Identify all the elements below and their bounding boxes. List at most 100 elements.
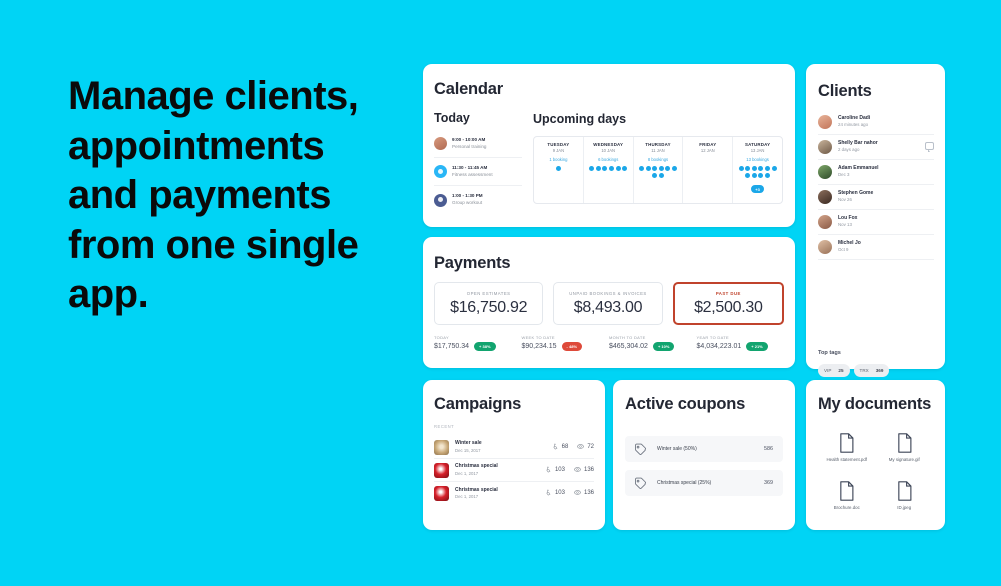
booking-dot bbox=[771, 166, 777, 171]
more-bookings-badge[interactable]: +3 bbox=[751, 185, 764, 194]
booking-dot bbox=[652, 172, 658, 178]
stat-value: $4,034,223.01 bbox=[696, 343, 742, 350]
calendar-card: Calendar Today 9:00 - 10:00 AM Personal t… bbox=[423, 64, 795, 227]
campaign-details: Christmas special Dec 1, 2017 bbox=[455, 463, 498, 476]
campaign-views: 136 bbox=[573, 466, 594, 473]
appointment-time: 11:30 - 11:45 AM bbox=[452, 164, 488, 170]
day-date: 12 JAN bbox=[700, 148, 715, 153]
calendar-title: Calendar bbox=[434, 80, 504, 98]
campaign-views: 136 bbox=[573, 489, 594, 496]
booking-dot bbox=[652, 166, 658, 171]
day-date: 9 JAN bbox=[552, 148, 565, 153]
document-icon bbox=[840, 433, 854, 453]
coupon-tag-icon bbox=[635, 443, 646, 455]
campaign-clicks: 103 bbox=[545, 489, 565, 496]
coupon-row[interactable]: Winter sale (50%) 586 bbox=[625, 436, 783, 462]
campaign-row[interactable]: Christmas special Dec 1, 2017 103 136 bbox=[434, 482, 594, 505]
today-appointment-item[interactable]: 1:00 - 1:30 PM Group workout bbox=[434, 186, 522, 214]
document-item[interactable]: Brochure.doc bbox=[818, 472, 876, 520]
coupon-row[interactable]: Christmas special (25%) 369 bbox=[625, 470, 783, 496]
campaign-clicks-value: 103 bbox=[554, 489, 565, 496]
booking-dot bbox=[745, 166, 751, 171]
payment-box-label: UNPAID BOOKINGS & INVOICES bbox=[569, 290, 647, 296]
client-avatar bbox=[818, 215, 832, 229]
stat-line: $465,304.02 + 10% bbox=[609, 342, 697, 351]
client-row[interactable]: Adam Emmanuel Dec 3 bbox=[818, 160, 934, 185]
stat-label: YEAR TO DATE bbox=[696, 335, 729, 340]
campaign-row[interactable]: Christmas special Dec 1, 2017 103 136 bbox=[434, 459, 594, 482]
documents-card: My documents Health statement.pdf My sign… bbox=[806, 380, 945, 530]
coupon-name: Winter sale (50%) bbox=[657, 446, 697, 452]
appointment-type: Group workout bbox=[452, 200, 483, 205]
campaign-row[interactable]: Winter sale Dec 15, 2017 68 72 bbox=[434, 436, 594, 459]
payments-card: Payments OPEN ESTIMATES $16,750.92 UNPAID … bbox=[423, 237, 795, 368]
campaigns-card: Campaigns RECENT Winter sale Dec 15, 2017… bbox=[423, 380, 605, 530]
client-row[interactable]: Caroline Dadi 24 minutes ago bbox=[818, 110, 934, 135]
clicks-icon bbox=[546, 466, 551, 473]
stat-change-badge: + 21% bbox=[746, 342, 768, 351]
client-row[interactable]: Michel Jo Oct 9 bbox=[818, 235, 934, 260]
day-name: SATURDAY bbox=[744, 142, 771, 147]
document-name: Brochure.doc bbox=[833, 505, 860, 511]
payment-stats-row: TODAY $17,750.34 + 38% WEEK TO DATE $90,234.… bbox=[434, 335, 784, 351]
booking-dot bbox=[639, 166, 644, 171]
stat-label: MONTH TO DATE bbox=[609, 335, 646, 340]
payment-box[interactable]: OPEN ESTIMATES $16,750.92 bbox=[434, 282, 544, 325]
booking-dot bbox=[745, 172, 751, 178]
client-row[interactable]: Lou Fox Nov 13 bbox=[818, 210, 934, 235]
day-column[interactable]: WEDNESDAY 10 JAN 6 bookings bbox=[584, 137, 634, 203]
day-column[interactable]: THURSDAY 11 JAN 8 bookings bbox=[634, 137, 684, 203]
document-item[interactable]: My signature.gif bbox=[876, 424, 934, 472]
campaign-name: Christmas special bbox=[455, 463, 498, 470]
upcoming-heading: Upcoming days bbox=[533, 112, 627, 126]
day-column[interactable]: SATURDAY 13 JAN 13 bookings +3 bbox=[733, 137, 782, 203]
booking-dot bbox=[589, 166, 595, 171]
booking-dots bbox=[736, 166, 779, 178]
document-icon bbox=[898, 481, 912, 501]
today-appointment-item[interactable]: 11:30 - 11:45 AM Fitness assessment bbox=[434, 158, 522, 186]
payment-box[interactable]: PAST DUE $2,500.30 bbox=[672, 282, 784, 325]
client-row[interactable]: Shelly Bar nahor 2 days ago bbox=[818, 135, 934, 160]
campaign-details: Christmas special Dec 1, 2017 bbox=[455, 487, 498, 500]
document-item[interactable]: ID.jpeg bbox=[876, 472, 934, 520]
payment-box[interactable]: UNPAID BOOKINGS & INVOICES $8,493.00 bbox=[553, 282, 663, 325]
day-name: TUESDAY bbox=[547, 142, 570, 147]
tag-chip[interactable]: TRX 369 bbox=[853, 364, 890, 377]
clicks-icon bbox=[552, 443, 558, 450]
client-avatar bbox=[818, 140, 832, 154]
client-details: Adam Emmanuel Dec 3 bbox=[838, 165, 879, 179]
booking-dots bbox=[537, 166, 580, 171]
booking-dot bbox=[751, 172, 757, 178]
tag-chip[interactable]: VIP 25 bbox=[818, 364, 850, 377]
coupon-name: Christmas special (25%) bbox=[657, 480, 712, 486]
client-row[interactable]: Stephen Gome Nov 26 bbox=[818, 185, 934, 210]
booking-dot bbox=[665, 166, 671, 171]
campaign-date: Dec 1, 2017 bbox=[455, 494, 479, 500]
client-avatar bbox=[818, 190, 832, 204]
stat-value: $465,304.02 bbox=[609, 343, 648, 350]
booking-dot bbox=[764, 172, 770, 178]
client-avatar bbox=[818, 115, 832, 129]
booking-dot bbox=[615, 166, 621, 171]
today-appointment-list: 9:00 - 10:00 AM Personal training 11:30 - … bbox=[434, 130, 522, 214]
stat-line: $90,234.15 - 48% bbox=[522, 342, 610, 351]
message-icon[interactable] bbox=[925, 142, 934, 152]
client-details: Michel Jo Oct 9 bbox=[838, 240, 861, 254]
campaign-name: Winter sale bbox=[455, 440, 482, 447]
day-date: 10 JAN bbox=[601, 148, 616, 153]
views-icon bbox=[577, 444, 585, 449]
document-item[interactable]: Health statement.pdf bbox=[818, 424, 876, 472]
stat-value: $90,234.15 bbox=[521, 343, 557, 350]
recent-label: RECENT bbox=[434, 424, 455, 429]
day-column[interactable]: TUESDAY 9 JAN 1 booking bbox=[534, 137, 584, 203]
booking-dot bbox=[608, 166, 614, 171]
campaign-list: Winter sale Dec 15, 2017 68 72 Christmas spe… bbox=[434, 436, 594, 505]
day-column[interactable]: FRIDAY 12 JAN bbox=[683, 137, 734, 203]
tag-count: 369 bbox=[875, 368, 884, 373]
coupons-title: Active coupons bbox=[625, 395, 746, 413]
client-name: Michel Jo bbox=[838, 240, 861, 247]
tag-label: VIP bbox=[824, 368, 832, 373]
booking-dot bbox=[658, 172, 664, 178]
today-appointment-item[interactable]: 9:00 - 10:00 AM Personal training bbox=[434, 130, 522, 158]
booking-dot bbox=[645, 166, 651, 171]
